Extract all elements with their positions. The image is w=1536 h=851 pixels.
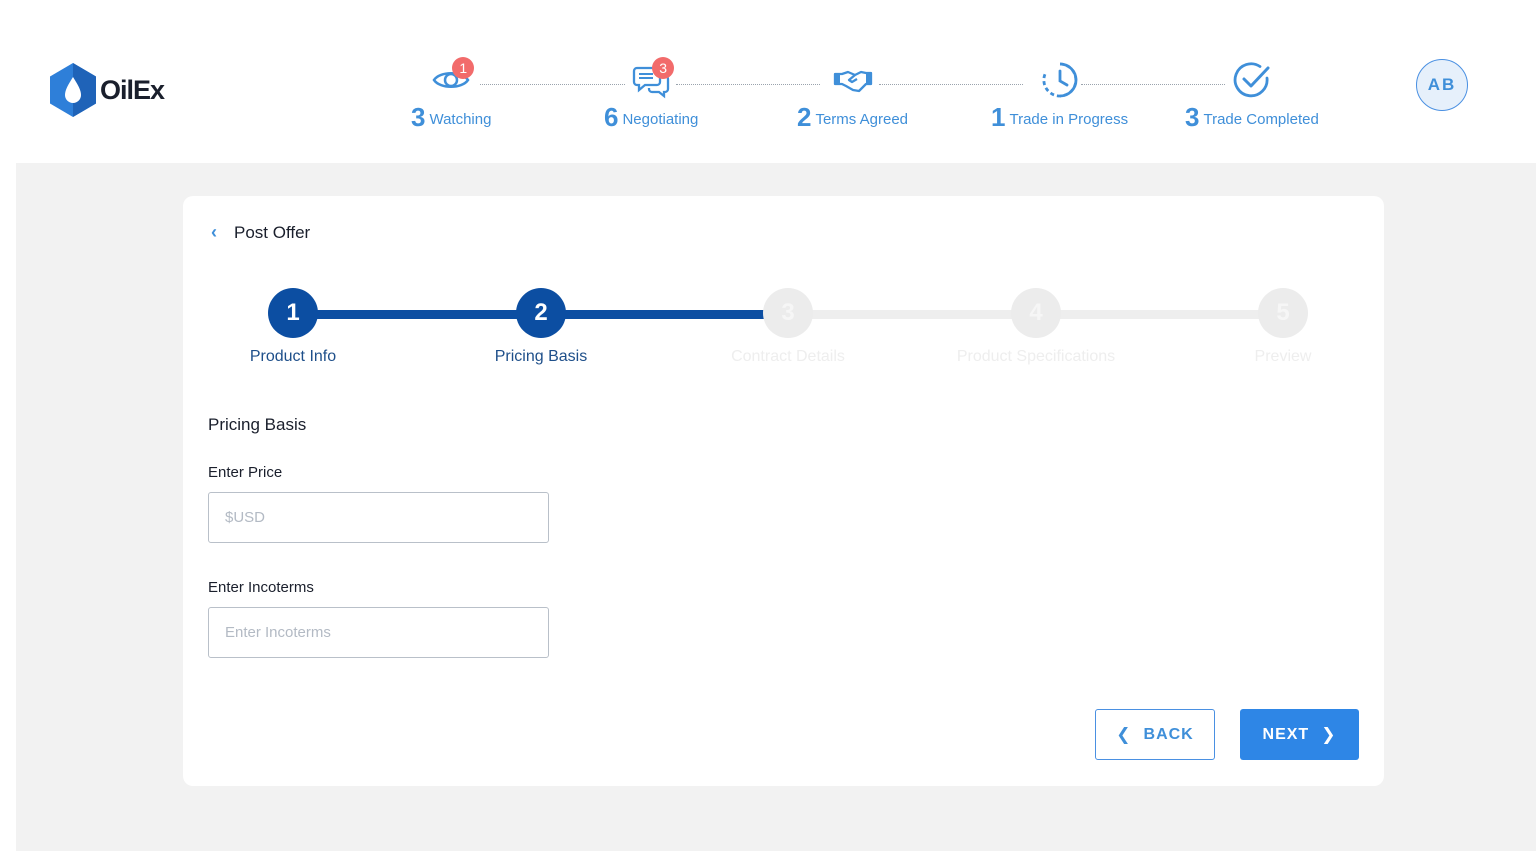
stage-count: 6	[604, 102, 619, 132]
stage-label: Trade Completed	[1203, 111, 1319, 128]
incoterms-label: Enter Incoterms	[208, 579, 314, 596]
step-label: Product Info	[249, 348, 337, 365]
app-logo[interactable]: OilEx	[50, 63, 165, 117]
next-button[interactable]: NEXT ❯	[1240, 709, 1359, 760]
back-button[interactable]: ❮ BACK	[1095, 709, 1215, 760]
step-label: Contract Details	[731, 348, 845, 365]
oil-drop-logo-icon	[50, 63, 96, 117]
next-button-label: NEXT	[1262, 725, 1310, 743]
stage-label: Negotiating	[622, 111, 699, 128]
stage-label: Terms Agreed	[815, 111, 909, 128]
stage-trade-completed[interactable]: 3 Trade Completed	[1185, 60, 1319, 133]
chevron-left-icon: ❮	[1116, 724, 1132, 744]
app-name: OilEx	[100, 74, 165, 105]
stage-negotiating[interactable]: 3 6 Negotiating	[604, 57, 699, 133]
step-product-info[interactable]: 1 Product Info	[193, 288, 393, 366]
chevron-left-icon: ‹	[211, 222, 217, 242]
top-bar: OilEx 1 3 Watching 3 6 Negotiating 2 Ter…	[0, 0, 1536, 163]
stage-badge: 3	[652, 57, 675, 79]
stage-count: 2	[797, 102, 812, 132]
step-number: 1	[268, 288, 318, 338]
stage-label: Trade in Progress	[1009, 111, 1129, 128]
stage-count: 1	[991, 102, 1006, 132]
chevron-right-icon: ❯	[1321, 724, 1337, 744]
step-label: Pricing Basis	[494, 348, 588, 365]
stage-watching[interactable]: 1 3 Watching	[411, 57, 492, 133]
step-preview[interactable]: 5 Preview	[1183, 288, 1383, 366]
step-label: Preview	[1254, 348, 1312, 365]
price-label: Enter Price	[208, 464, 283, 481]
stage-trade-in-progress[interactable]: 1 Trade in Progress	[991, 60, 1128, 133]
stage-count: 3	[1185, 102, 1200, 132]
clock-progress-icon	[1040, 60, 1080, 100]
stage-count: 3	[411, 102, 426, 132]
incoterms-input[interactable]	[208, 607, 549, 658]
back-button-label: BACK	[1143, 725, 1194, 743]
step-pricing-basis[interactable]: 2 Pricing Basis	[441, 288, 641, 366]
step-number: 2	[516, 288, 566, 338]
eye-icon: 1	[431, 57, 475, 100]
stage-terms-agreed[interactable]: 2 Terms Agreed	[797, 60, 908, 133]
check-circle-icon	[1232, 60, 1272, 100]
step-label: Product Specifications	[956, 348, 1116, 365]
price-input[interactable]	[208, 492, 549, 543]
step-contract-details[interactable]: 3 Contract Details	[688, 288, 888, 366]
step-number: 3	[763, 288, 813, 338]
step-product-specifications[interactable]: 4 Product Specifications	[936, 288, 1136, 366]
post-offer-card: ‹ Post Offer 1 Product Info 2 Pricing Ba…	[183, 196, 1384, 786]
chat-bubbles-icon: 3	[631, 57, 675, 100]
post-offer-back-link[interactable]: ‹ Post Offer	[211, 222, 310, 243]
step-number: 5	[1258, 288, 1308, 338]
handshake-icon	[833, 60, 873, 100]
stage-label: Watching	[429, 111, 492, 128]
page-title: Post Offer	[234, 222, 311, 242]
step-number: 4	[1011, 288, 1061, 338]
user-avatar[interactable]: AB	[1416, 59, 1468, 111]
section-title: Pricing Basis	[208, 415, 307, 434]
